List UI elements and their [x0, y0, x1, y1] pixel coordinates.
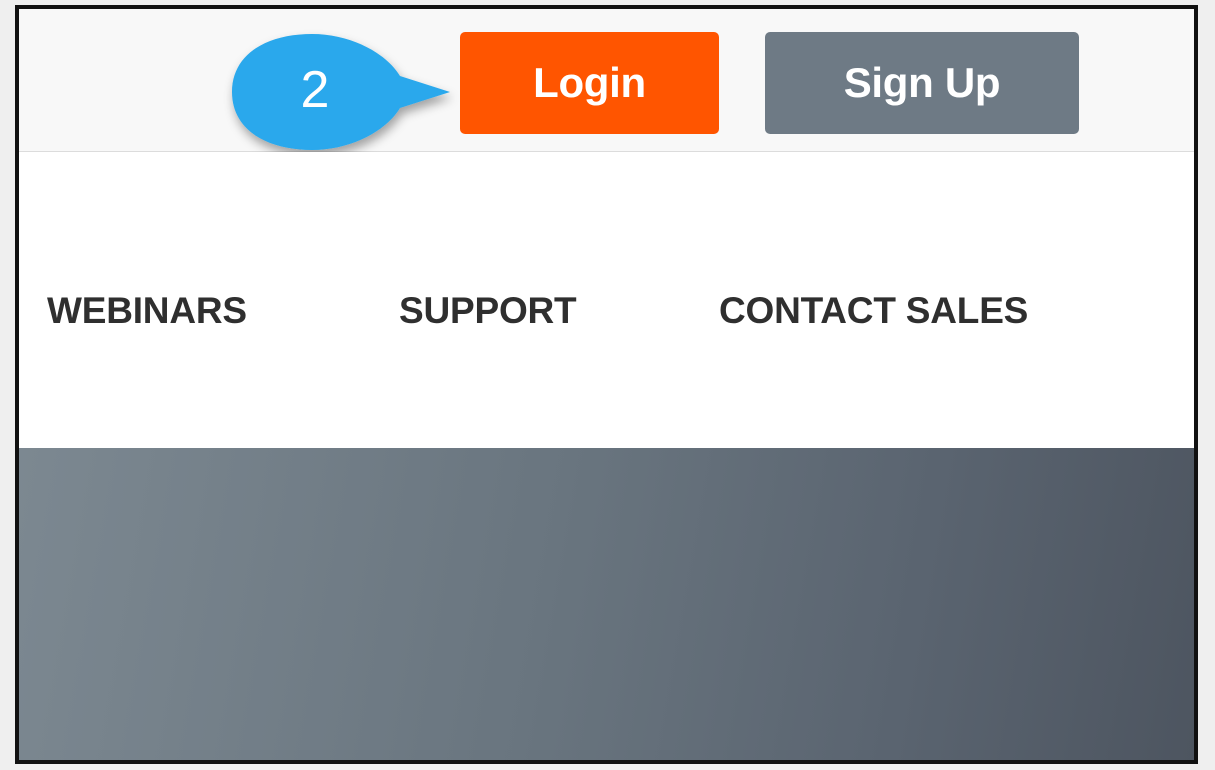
nav-item-contact-sales[interactable]: CONTACT SALES: [719, 290, 1028, 332]
main-nav: WEBINARS SUPPORT CONTACT SALES: [19, 152, 1194, 448]
nav-item-support[interactable]: SUPPORT: [399, 290, 577, 332]
screenshot-frame: Login Sign Up 2 WEBINARS SUPPORT CONTACT…: [15, 5, 1198, 764]
signup-button-label: Sign Up: [843, 59, 1001, 106]
login-button-label: Login: [533, 59, 646, 106]
hero-banner: [19, 448, 1194, 760]
signup-button[interactable]: Sign Up: [765, 32, 1079, 134]
nav-item-webinars[interactable]: WEBINARS: [47, 290, 247, 332]
callout-number: 2: [300, 61, 330, 119]
top-bar: Login Sign Up 2: [19, 9, 1194, 152]
login-button[interactable]: Login: [460, 32, 719, 134]
